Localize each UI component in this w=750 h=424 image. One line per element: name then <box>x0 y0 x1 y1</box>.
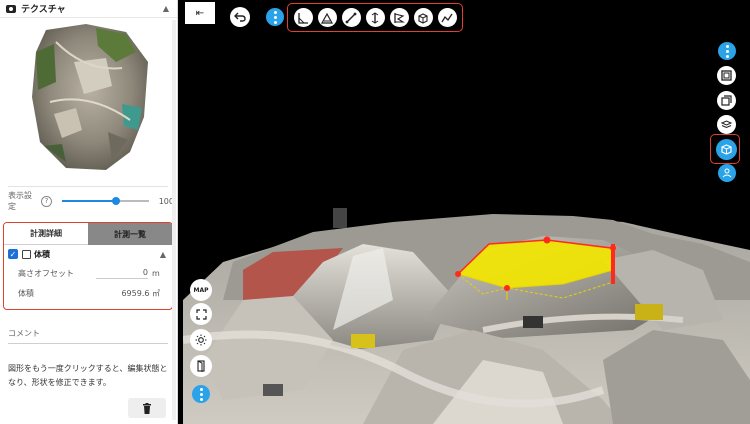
more-icon <box>273 10 277 25</box>
measurement-tabs: 計測詳細 計測一覧 <box>4 223 172 245</box>
display-settings-label: 表示設定 <box>8 191 32 211</box>
trash-icon <box>143 402 151 414</box>
right-more-button[interactable] <box>718 42 736 60</box>
display-settings-row: 表示設定 ? 100 <box>8 191 174 211</box>
volume-item-header[interactable]: ✓ 体積 ▲ <box>4 245 172 263</box>
divider <box>8 186 168 187</box>
volume-label: 体積 <box>18 288 34 298</box>
sun-icon[interactable] <box>190 329 212 351</box>
undo-icon <box>234 12 246 22</box>
opacity-slider[interactable] <box>61 194 149 208</box>
more-icon <box>199 387 203 402</box>
texture-title: テクスチャ <box>21 5 66 15</box>
volume-value: 6959.6 ㎥ <box>121 288 160 298</box>
edit-hint-text: 図形をもう一度クリックすると、編集状態となり、形状を修正できます。 <box>8 364 168 387</box>
profile-line-icon[interactable] <box>437 8 457 27</box>
comment-input[interactable] <box>8 343 168 344</box>
point-cloud-scene[interactable] <box>183 0 750 424</box>
height-offset-label: 高さオフセット <box>18 268 74 278</box>
comment-label: コメント <box>8 329 40 338</box>
height-offset-unit: m <box>152 268 160 278</box>
delete-button[interactable] <box>128 398 166 418</box>
volume-measure-icon[interactable] <box>413 8 433 27</box>
measurement-name: 体積 <box>34 249 50 259</box>
frame-icon[interactable] <box>717 66 736 85</box>
chevron-up-icon[interactable]: ▲ <box>161 4 171 14</box>
texture-header[interactable]: テクスチャ ▲ <box>0 0 177 18</box>
measurement-toolbar <box>287 3 463 32</box>
chevron-up-icon[interactable]: ▲ <box>158 249 168 259</box>
door-icon[interactable] <box>190 355 212 377</box>
volume-icon <box>22 249 31 259</box>
volume-row: 体積 6959.6 ㎥ <box>4 283 172 303</box>
stack-icon[interactable] <box>717 115 736 134</box>
layers-icon[interactable] <box>717 91 736 110</box>
tab-measurement-list[interactable]: 計測一覧 <box>88 223 172 245</box>
undo-button[interactable] <box>230 7 250 27</box>
help-icon[interactable]: ? <box>41 195 52 207</box>
height-offset-row: 高さオフセット 0 m <box>4 263 172 283</box>
sidebar-scrollbar[interactable] <box>172 20 176 420</box>
cube-view-icon[interactable] <box>716 139 737 160</box>
3d-viewer[interactable]: ⇤ MAP <box>183 0 750 424</box>
slider-fill <box>61 200 116 202</box>
map-icon[interactable]: MAP <box>190 279 212 301</box>
more-icon[interactable] <box>192 385 210 403</box>
orthophoto-thumbnail <box>32 24 148 170</box>
area-measure-icon[interactable] <box>317 8 337 27</box>
fullscreen-icon[interactable] <box>190 303 212 325</box>
tab-measurement-detail[interactable]: 計測詳細 <box>4 223 88 245</box>
height-offset-input[interactable]: 0 <box>96 268 148 279</box>
collapse-panel-button[interactable]: ⇤ <box>185 2 215 24</box>
height-measure-icon[interactable] <box>365 8 385 27</box>
more-icon <box>725 44 729 59</box>
menu-more-button[interactable] <box>266 8 284 26</box>
person-view-icon[interactable] <box>718 164 736 182</box>
measurement-panel: 計測詳細 計測一覧 ✓ 体積 ▲ 高さオフセット 0 m 体積 6959.6 ㎥ <box>3 222 173 310</box>
angle-measure-icon[interactable] <box>293 8 313 27</box>
slider-handle[interactable] <box>111 197 120 205</box>
camera-icon <box>6 4 16 13</box>
left-panel: テクスチャ ▲ 表示設定 ? 100 計測詳細 計測一覧 ✓ 体積 ▲ 高さオフ… <box>0 0 178 424</box>
polygon-flag-icon[interactable] <box>389 8 409 27</box>
checkbox-checked[interactable]: ✓ <box>8 249 18 259</box>
distance-measure-icon[interactable] <box>341 8 361 27</box>
